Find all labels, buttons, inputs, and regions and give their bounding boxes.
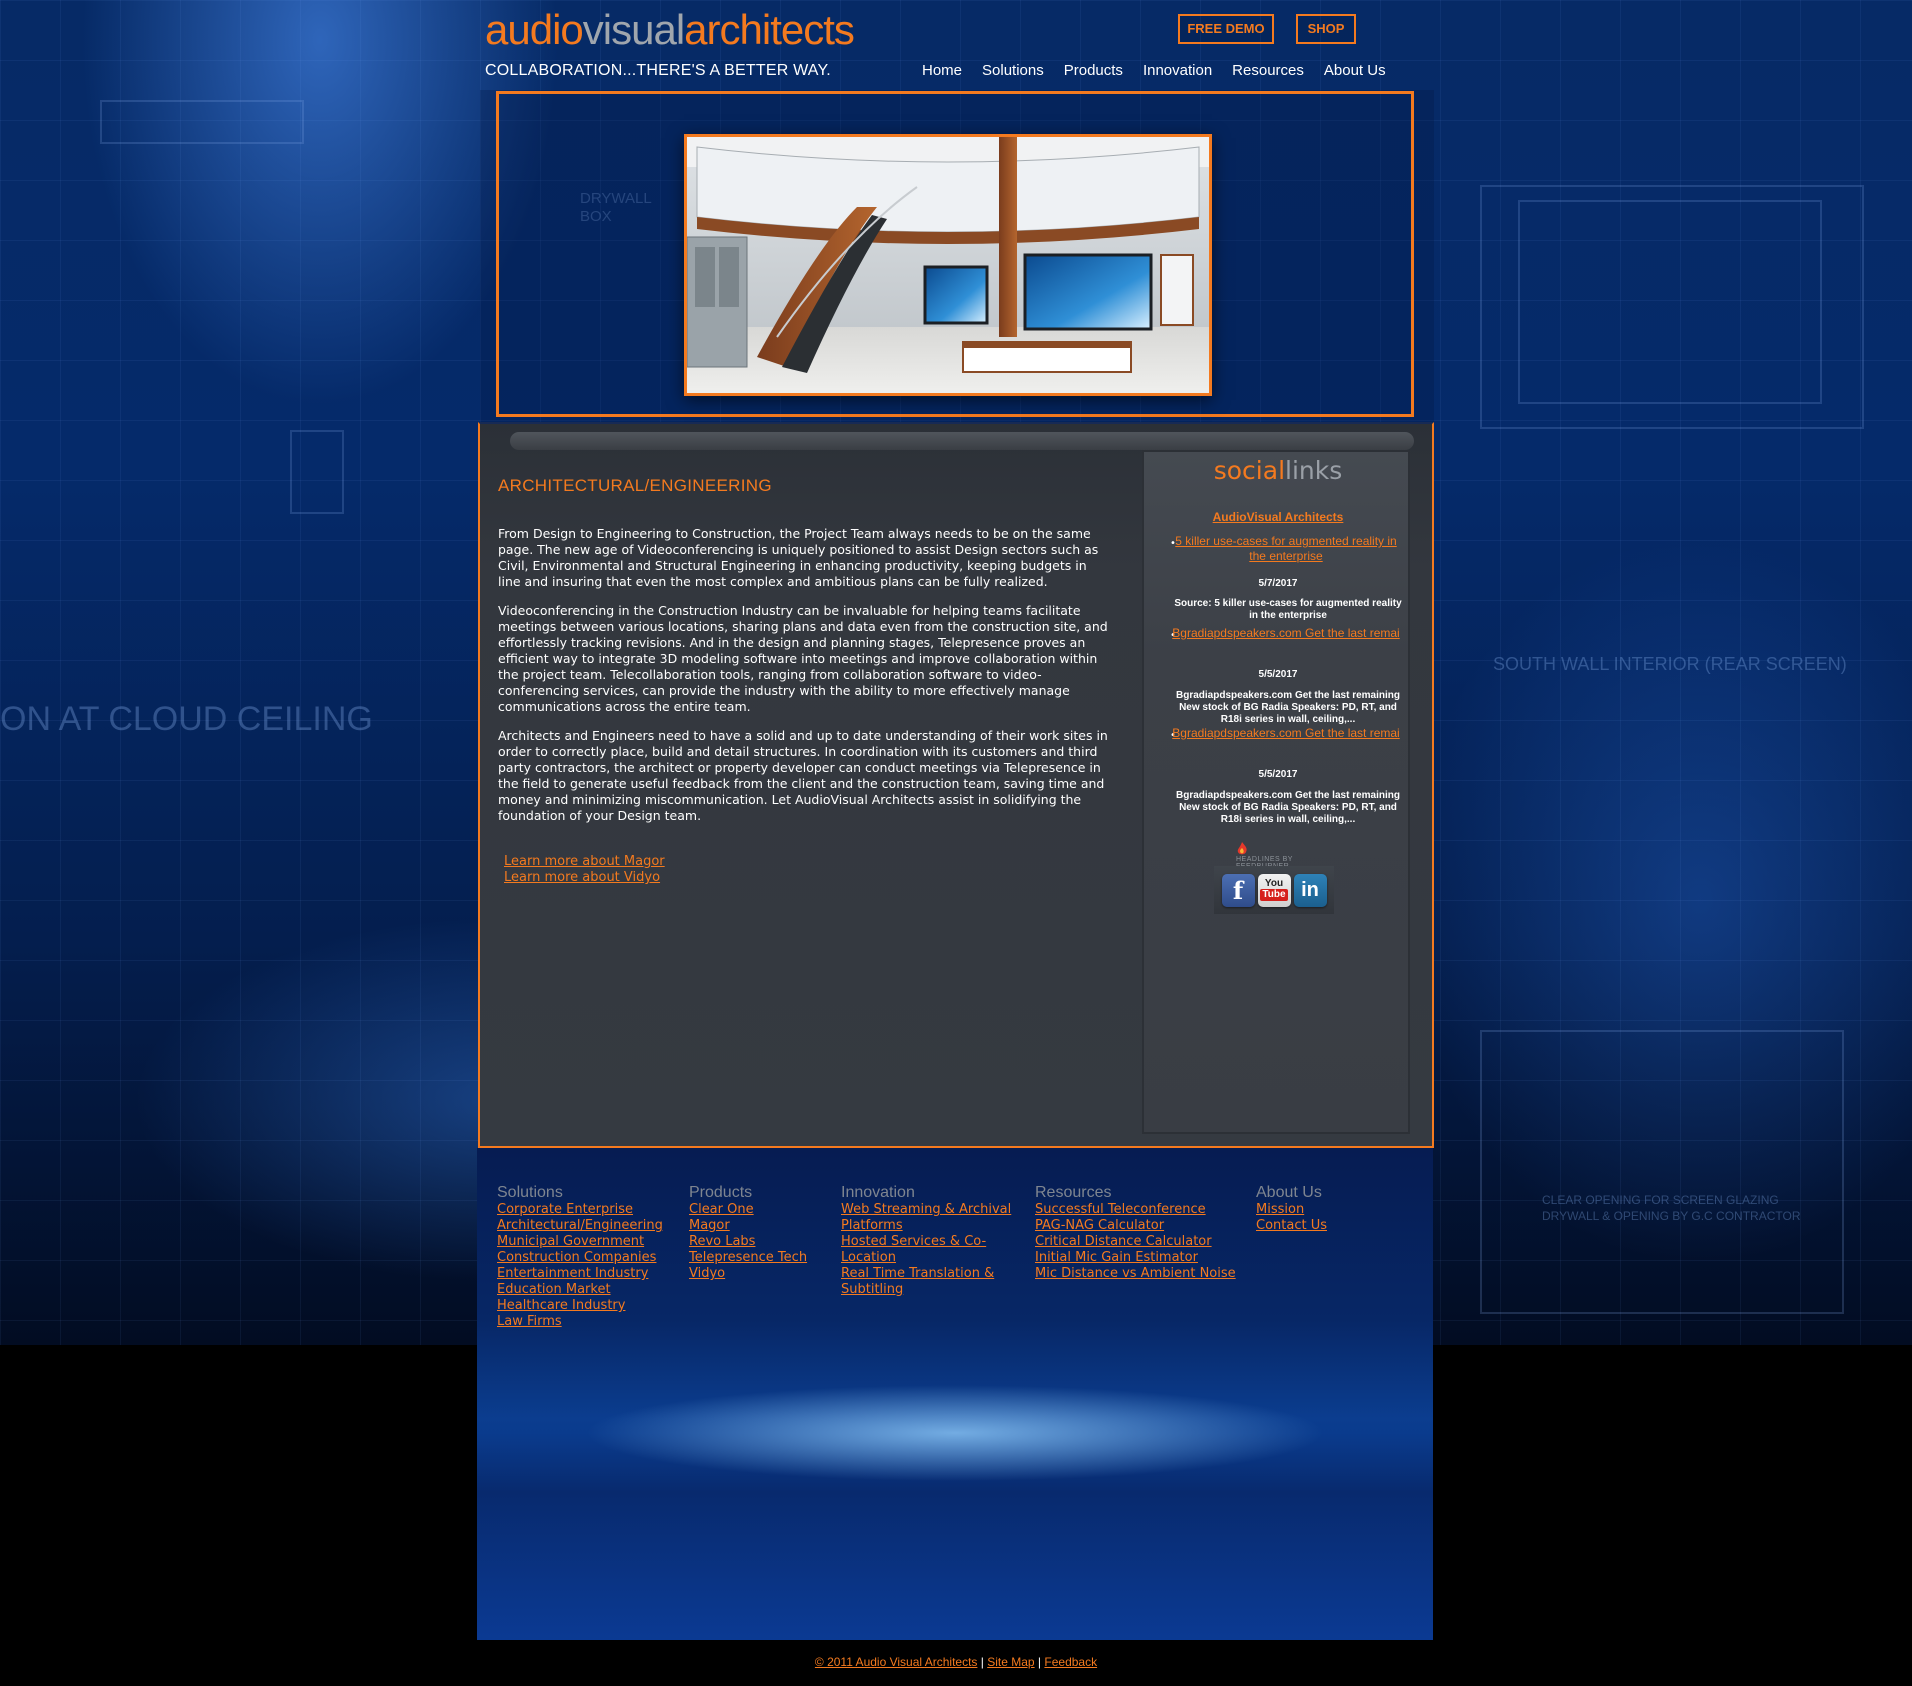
feed-item-description: Source: 5 killer use-cases for augmented…	[1174, 598, 1402, 621]
feed-item-description: Bgradiapdspeakers.com Get the last remai…	[1176, 690, 1400, 725]
logo-visual: visual	[582, 6, 685, 53]
footer-column-resources: Resources Successful Teleconference PAG-…	[1035, 1184, 1236, 1282]
hero-image-lobby	[684, 134, 1212, 396]
footer-link[interactable]: Contact Us	[1256, 1218, 1327, 1234]
separator: |	[1037, 1655, 1042, 1669]
footer-link[interactable]: Revo Labs	[689, 1234, 807, 1250]
nav-item-resources[interactable]: Resources	[1232, 62, 1304, 79]
blueprint-label: SOUTH WALL INTERIOR (REAR SCREEN)	[1493, 654, 1847, 674]
footer-heading: Products	[689, 1184, 753, 1201]
footer-link[interactable]: Law Firms	[497, 1314, 663, 1330]
footer-link[interactable]: Real Time Translation &	[841, 1266, 1011, 1282]
footer-link[interactable]: Corporate Enterprise	[497, 1202, 663, 1218]
footer-column-products: Products Clear One Magor Revo Labs Telep…	[689, 1184, 807, 1282]
footer-link[interactable]: Education Market	[497, 1282, 663, 1298]
footer-link[interactable]: Location	[841, 1250, 1011, 1266]
footer-heading: Solutions	[497, 1184, 563, 1201]
feed-item-link[interactable]: Bgradiapdspeakers.com Get the last remai	[1168, 626, 1404, 641]
footer-link[interactable]: Hosted Services & Co-	[841, 1234, 1011, 1250]
footer-link[interactable]: Construction Companies	[497, 1250, 663, 1266]
tagline: COLLABORATION...THERE'S A BETTER WAY.	[485, 62, 831, 79]
feedburner-flame-icon	[1237, 842, 1247, 855]
page-title: ARCHITECTURAL/ENGINEERING	[498, 476, 772, 495]
footer-heading: Innovation	[841, 1184, 915, 1201]
content-panel: ARCHITECTURAL/ENGINEERING From Design to…	[478, 422, 1434, 1148]
feed-item-date: 5/5/2017	[1258, 669, 1298, 680]
article-paragraph: Videoconferencing in the Construction In…	[498, 603, 1108, 714]
footer-link[interactable]: Healthcare Industry	[497, 1298, 663, 1314]
footer-link[interactable]: Mic Distance vs Ambient Noise	[1035, 1266, 1236, 1282]
footer-link[interactable]: Municipal Government	[497, 1234, 663, 1250]
footer-link[interactable]: Subtitling	[841, 1282, 1011, 1298]
logo-audio: audio	[485, 6, 584, 53]
social-title-part2: links	[1285, 456, 1343, 485]
footer-link[interactable]: Initial Mic Gain Estimator	[1035, 1250, 1236, 1266]
blueprint-outline	[290, 430, 344, 514]
sitemap-link[interactable]: Site Map	[987, 1655, 1034, 1669]
footer-link[interactable]: Critical Distance Calculator	[1035, 1234, 1236, 1250]
footer-link[interactable]: Mission	[1256, 1202, 1327, 1218]
footer-column-solutions: Solutions Corporate Enterprise Architect…	[497, 1184, 663, 1330]
feed-item-link[interactable]: 5 killer use-cases for augmented reality…	[1168, 534, 1404, 564]
article-paragraph: From Design to Engineering to Constructi…	[498, 526, 1099, 589]
blueprint-outline	[100, 100, 304, 144]
copyright-link[interactable]: © 2011 Audio Visual Architects	[815, 1655, 978, 1669]
social-links-title: sociallinks	[1144, 456, 1412, 485]
linkedin-icon[interactable]: in	[1293, 873, 1327, 907]
copyright-bar: © 2011 Audio Visual Architects | Site Ma…	[0, 1655, 1912, 1669]
article-paragraph: Architects and Engineers need to have a …	[498, 728, 1108, 823]
nav-item-about-us[interactable]: About Us	[1324, 62, 1386, 79]
feed-item-link[interactable]: Bgradiapdspeakers.com Get the last remai	[1168, 726, 1404, 741]
youtube-tube: Tube	[1260, 889, 1288, 901]
nav-item-home[interactable]: Home	[922, 62, 962, 79]
footer-column-innovation: Innovation Web Streaming & Archival Plat…	[841, 1184, 1011, 1298]
nav-item-solutions[interactable]: Solutions	[982, 62, 1044, 79]
footer-heading: About Us	[1256, 1184, 1322, 1201]
social-links-sidebar: sociallinks AudioVisual Architects • 5 k…	[1142, 450, 1410, 1134]
feed-title-link[interactable]: AudioVisual Architects	[1144, 510, 1412, 524]
main-nav: Home Solutions Products Innovation Resou…	[922, 62, 1406, 79]
footer-link[interactable]: Telepresence Tech	[689, 1250, 807, 1266]
footer-link[interactable]: Platforms	[841, 1218, 1011, 1234]
nav-item-innovation[interactable]: Innovation	[1143, 62, 1212, 79]
feedback-link[interactable]: Feedback	[1044, 1655, 1097, 1669]
footer-link[interactable]: Clear One	[689, 1202, 807, 1218]
content-top-bar	[510, 432, 1414, 450]
social-icons-bar: f You Tube in	[1214, 866, 1334, 914]
facebook-icon[interactable]: f	[1221, 873, 1255, 907]
shop-button[interactable]: SHOP	[1296, 14, 1356, 44]
footer-heading: Resources	[1035, 1184, 1112, 1201]
logo-architects: architects	[684, 6, 855, 53]
social-title-part1: social	[1213, 456, 1286, 485]
footer-link[interactable]: PAG-NAG Calculator	[1035, 1218, 1236, 1234]
blueprint-outline	[1480, 1030, 1844, 1314]
site-logo[interactable]: audiovisualarchitects	[485, 4, 855, 56]
footer-link[interactable]: Successful Teleconference	[1035, 1202, 1236, 1218]
footer-link[interactable]: Entertainment Industry	[497, 1266, 663, 1282]
footer-link[interactable]: Magor	[689, 1218, 807, 1234]
footer-link[interactable]: Architectural/Engineering	[497, 1218, 663, 1234]
footer-link[interactable]: Vidyo	[689, 1266, 807, 1282]
footer-link[interactable]: Web Streaming & Archival	[841, 1202, 1011, 1218]
youtube-you: You	[1264, 878, 1284, 889]
free-demo-button[interactable]: FREE DEMO	[1178, 14, 1274, 44]
footer-column-about-us: About Us Mission Contact Us	[1256, 1184, 1327, 1234]
learn-magor-link[interactable]: Learn more about Magor	[504, 854, 665, 870]
blueprint-outline	[1518, 200, 1822, 404]
feed-item-date: 5/7/2017	[1258, 578, 1298, 589]
nav-item-products[interactable]: Products	[1064, 62, 1123, 79]
learn-more-links: Learn more about Magor Learn more about …	[504, 854, 665, 886]
youtube-icon[interactable]: You Tube	[1257, 873, 1291, 907]
feed-item-description: Bgradiapdspeakers.com Get the last remai…	[1176, 790, 1400, 825]
main-article: From Design to Engineering to Constructi…	[498, 526, 1108, 837]
separator: |	[980, 1655, 984, 1669]
learn-vidyo-link[interactable]: Learn more about Vidyo	[504, 870, 665, 886]
feed-item-date: 5/5/2017	[1258, 769, 1298, 780]
blueprint-label: ON AT CLOUD CEILING	[0, 700, 373, 738]
